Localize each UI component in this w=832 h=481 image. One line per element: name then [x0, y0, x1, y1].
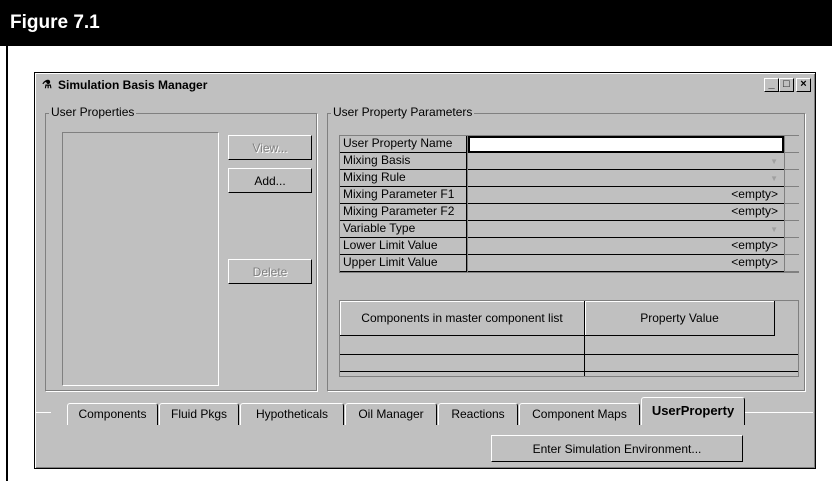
maximize-button[interactable]: □	[779, 78, 794, 92]
delete-button-label: Delete	[252, 264, 288, 279]
view-button-label: View...	[252, 140, 288, 155]
figure-title: Figure 7.1	[10, 12, 100, 33]
tab-userproperty[interactable]: UserProperty	[641, 397, 745, 425]
simulation-basis-manager-window: ⚗ Simulation Basis Manager _ □ × User Pr…	[34, 72, 816, 469]
tab-component-maps[interactable]: Component Maps	[519, 403, 640, 425]
param-label: Variable Type	[340, 221, 467, 238]
mixing-rule-dropdown[interactable]: ▼	[468, 170, 784, 187]
row-tail	[784, 153, 799, 170]
param-label: Mixing Parameter F2	[340, 204, 467, 221]
components-table[interactable]: Components in master component list Prop…	[339, 300, 799, 377]
enter-simulation-environment-label: Enter Simulation Environment...	[532, 441, 702, 456]
param-label: Mixing Rule	[340, 170, 467, 187]
table-column-divider	[584, 336, 585, 376]
table-row-divider	[340, 371, 798, 372]
row-tail	[784, 170, 799, 187]
tab-fluid-pkgs[interactable]: Fluid Pkgs	[159, 403, 239, 425]
tab-baseline	[745, 412, 813, 413]
delete-button[interactable]: Delete	[228, 259, 312, 284]
enter-simulation-environment-button[interactable]: Enter Simulation Environment...	[491, 435, 743, 462]
minimize-button[interactable]: _	[764, 78, 779, 92]
property-value-column-header[interactable]: Property Value	[585, 301, 775, 336]
view-button[interactable]: View...	[228, 135, 312, 160]
figure-header: Figure 7.1	[0, 0, 832, 46]
parameters-grid: User Property Name Mixing Basis ▼ Mixing…	[339, 135, 799, 273]
user-properties-list[interactable]	[62, 132, 219, 386]
row-tail	[784, 187, 799, 204]
row-tail	[784, 238, 799, 255]
mixing-parameter-f2-value[interactable]: <empty>	[468, 204, 784, 221]
tab-reactions[interactable]: Reactions	[438, 403, 518, 425]
app-icon: ⚗	[42, 79, 52, 91]
row-tail	[784, 136, 799, 153]
add-button-label: Add...	[254, 173, 286, 188]
window-title: Simulation Basis Manager	[58, 78, 208, 92]
chevron-down-icon: ▼	[770, 225, 778, 234]
mixing-basis-dropdown[interactable]: ▼	[468, 153, 784, 170]
components-column-header[interactable]: Components in master component list	[340, 301, 585, 336]
row-tail	[784, 221, 799, 238]
add-button[interactable]: Add...	[228, 168, 312, 193]
param-label: Mixing Basis	[340, 153, 467, 170]
tab-hypotheticals[interactable]: Hypotheticals	[240, 403, 344, 425]
param-label: Lower Limit Value	[340, 238, 467, 255]
param-label: User Property Name	[340, 136, 467, 153]
tab-baseline	[35, 412, 51, 413]
row-tail	[784, 255, 799, 272]
title-bar[interactable]: ⚗ Simulation Basis Manager _ □ ×	[38, 76, 812, 95]
lower-limit-value[interactable]: <empty>	[468, 238, 784, 255]
chevron-down-icon: ▼	[770, 157, 778, 166]
table-row-divider	[340, 354, 798, 355]
tab-oil-manager[interactable]: Oil Manager	[345, 403, 437, 425]
variable-type-dropdown[interactable]: ▼	[468, 221, 784, 238]
user-properties-label: User Properties	[49, 105, 137, 119]
tab-components[interactable]: Components	[67, 403, 158, 425]
param-label: Upper Limit Value	[340, 255, 467, 272]
user-property-name-input[interactable]	[468, 136, 784, 153]
upper-limit-value[interactable]: <empty>	[468, 255, 784, 272]
chevron-down-icon: ▼	[770, 174, 778, 183]
user-property-parameters-label: User Property Parameters	[331, 105, 475, 119]
mixing-parameter-f1-value[interactable]: <empty>	[468, 187, 784, 204]
row-tail	[784, 204, 799, 221]
param-label: Mixing Parameter F1	[340, 187, 467, 204]
close-button[interactable]: ×	[796, 78, 811, 92]
